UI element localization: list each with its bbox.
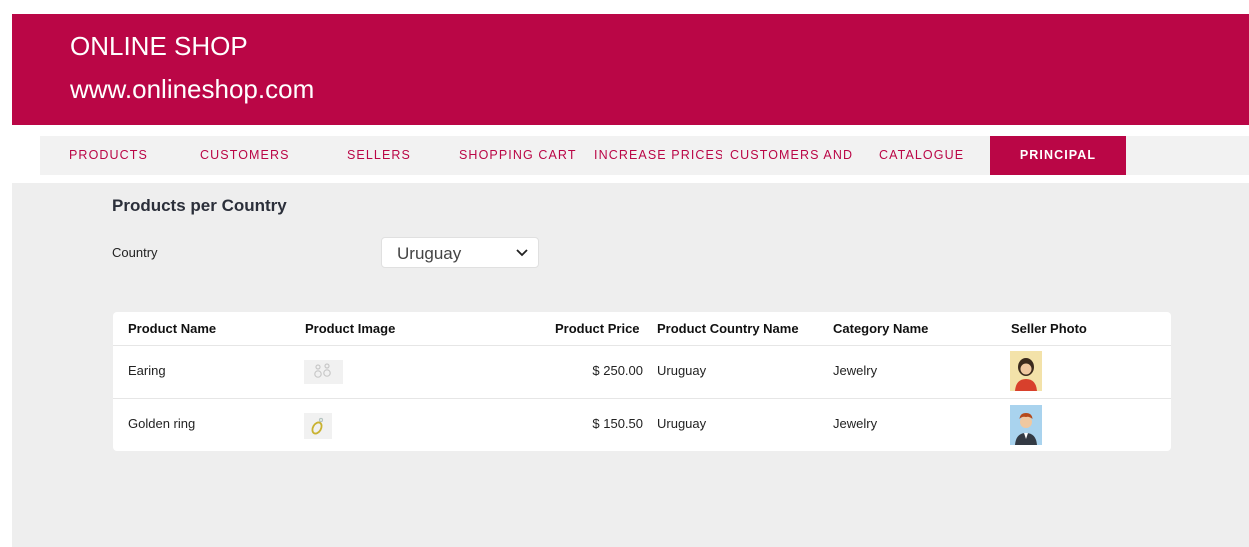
country-label: Country xyxy=(112,245,158,260)
nav-item-sellers[interactable]: SELLERS xyxy=(347,136,447,175)
nav-item-shopping-cart[interactable]: SHOPPING CART xyxy=(459,136,589,175)
nav-item-increase-prices[interactable]: INCREASE PRICES xyxy=(594,136,722,175)
site-url: www.onlineshop.com xyxy=(70,74,315,104)
country-select-value: Uruguay xyxy=(397,244,462,263)
site-title: ONLINE SHOP xyxy=(70,31,248,61)
nav-item-products[interactable]: PRODUCTS xyxy=(69,136,169,175)
ring-image-icon xyxy=(304,413,332,439)
page-title: Products per Country xyxy=(112,196,287,215)
product-name: Golden ring xyxy=(128,416,196,431)
site-header: ONLINE SHOP www.onlineshop.com xyxy=(12,14,1249,125)
nav-item-customers[interactable]: CUSTOMERS xyxy=(200,136,320,175)
table-row: Earing $ 250.00 Uruguay Jewelry xyxy=(113,345,1171,398)
product-country: Uruguay xyxy=(657,363,707,378)
main-nav: PRODUCTS CUSTOMERS SELLERS SHOPPING CART… xyxy=(40,136,1249,175)
product-price: $ 250.00 xyxy=(592,363,643,378)
category-name: Jewelry xyxy=(833,416,878,431)
col-header-product-price: Product Price xyxy=(555,321,640,336)
male-seller-avatar-icon xyxy=(1010,405,1042,445)
product-country: Uruguay xyxy=(657,416,707,431)
earring-image-icon xyxy=(304,360,343,384)
table-row: Golden ring $ 150.50 Uruguay Jewelry xyxy=(113,398,1171,451)
products-table: Product Name Product Image Product Price… xyxy=(113,312,1171,451)
female-seller-avatar-icon xyxy=(1010,351,1042,391)
col-header-product-name: Product Name xyxy=(128,321,217,336)
main-content: Products per Country Country Uruguay Pro… xyxy=(12,183,1249,547)
chevron-down-icon xyxy=(516,249,528,257)
nav-item-principal[interactable]: PRINCIPAL xyxy=(990,136,1126,175)
col-header-seller-photo: Seller Photo xyxy=(1011,321,1087,336)
category-name: Jewelry xyxy=(833,363,878,378)
nav-item-catalogue[interactable]: CATALOGUE xyxy=(879,136,989,175)
nav-item-customers-and[interactable]: CUSTOMERS AND xyxy=(730,136,865,175)
product-name: Earing xyxy=(128,363,166,378)
country-select[interactable]: Uruguay xyxy=(381,237,539,268)
col-header-country-name: Product Country Name xyxy=(657,321,799,336)
col-header-category-name: Category Name xyxy=(833,321,929,336)
col-header-product-image: Product Image xyxy=(305,321,396,336)
product-price: $ 150.50 xyxy=(592,416,643,431)
